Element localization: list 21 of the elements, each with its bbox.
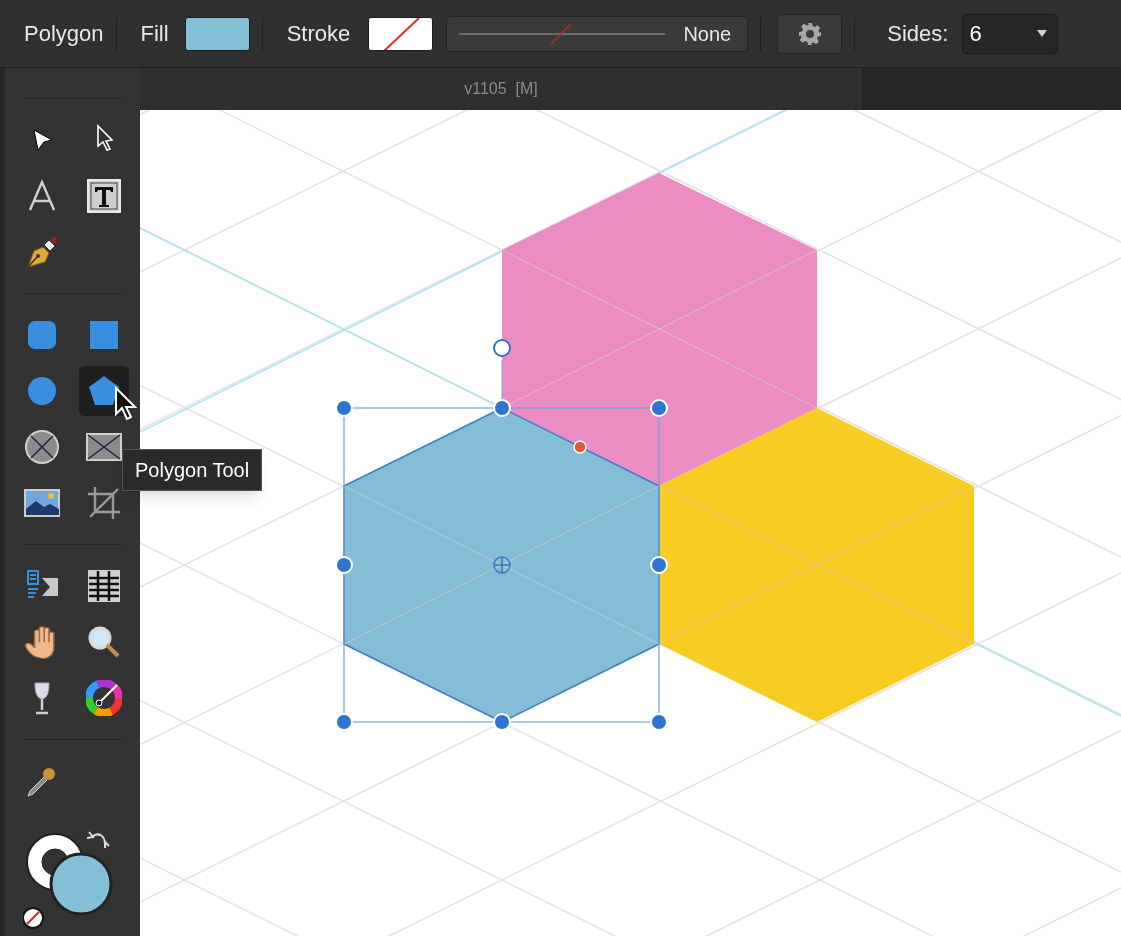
mouse-cursor-icon — [114, 386, 138, 422]
sides-dropdown[interactable]: 6 — [962, 13, 1059, 54]
stroke-swatch[interactable] — [368, 16, 434, 51]
tooltip: Polygon Tool — [122, 449, 263, 491]
fill-label: Fill — [140, 20, 169, 48]
settings-button[interactable] — [777, 13, 843, 54]
text-frame-icon — [85, 178, 122, 214]
fill-swatch[interactable] — [184, 16, 250, 51]
stroke-style-preview-icon — [459, 21, 666, 46]
crop-icon — [85, 485, 122, 521]
line-style-dropdown[interactable]: None — [446, 15, 749, 52]
tool-name: Polygon — [24, 20, 104, 48]
caret-icon — [1037, 30, 1048, 37]
document-tab[interactable]: v1105 [M] — [140, 68, 863, 110]
stroke-label: Stroke — [286, 20, 351, 48]
table-grid-icon — [85, 568, 122, 604]
color-wheel-icon — [85, 680, 122, 716]
selection-box[interactable] — [335, 339, 668, 731]
sides-label: Sides: — [887, 20, 949, 48]
settings-icon — [797, 21, 822, 46]
crossed-circle-icon — [23, 429, 60, 465]
